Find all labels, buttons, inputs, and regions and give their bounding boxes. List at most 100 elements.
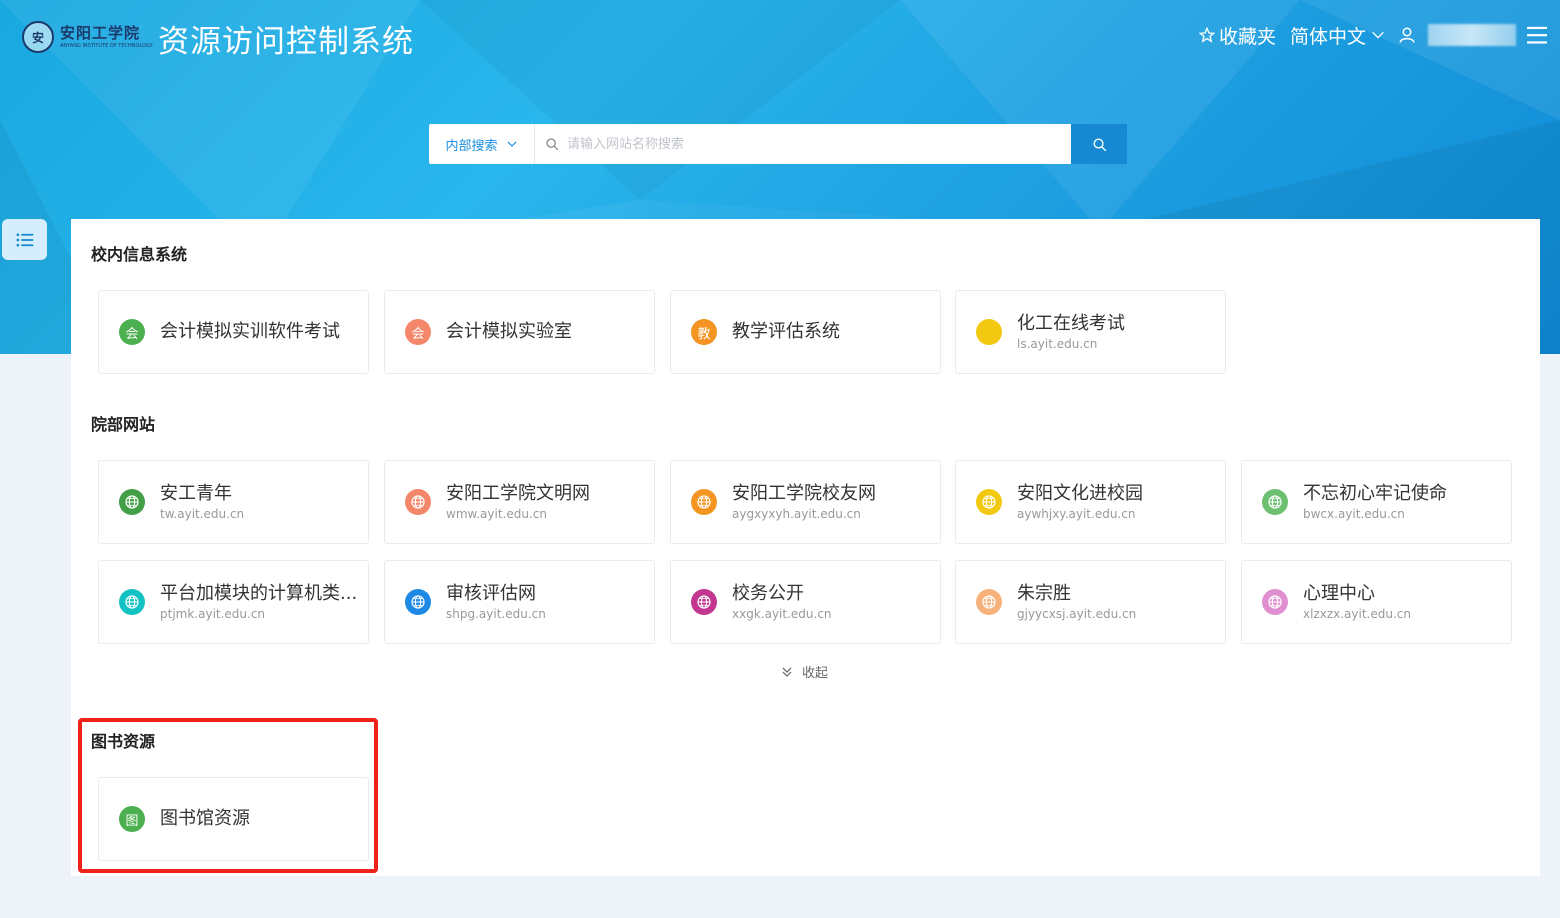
app-title: 资源访问控制系统 (158, 24, 414, 60)
logo-en: ANYANG INSTITUTE OF TECHNOLOGY (60, 42, 153, 49)
card-url: wmw.ayit.edu.cn (446, 506, 547, 521)
website-card[interactable]: 安阳工学院文明网 wmw.ayit.edu.cn (384, 460, 655, 544)
school-logo[interactable]: 安 安阳工学院 ANYANG INSTITUTE OF TECHNOLOGY (22, 20, 153, 54)
hamburger-menu-icon (1527, 26, 1547, 44)
sidebar-toggle-button[interactable] (2, 219, 47, 260)
site-icon (405, 589, 431, 615)
search-scope-dropdown[interactable]: 内部搜索 (429, 124, 535, 164)
card-name: 平台加模块的计算机类... (160, 582, 358, 604)
card-url: aywhjxy.ayit.edu.cn (1017, 506, 1136, 521)
website-card[interactable]: 安工青年 tw.ayit.edu.cn (98, 460, 369, 544)
globe-icon (411, 495, 425, 509)
resource-badge-icon: 教 (691, 319, 717, 345)
search-button[interactable] (1071, 124, 1127, 164)
card-url: tw.ayit.edu.cn (160, 506, 245, 521)
card-url: ls.ayit.edu.cn (1017, 336, 1098, 351)
card-name: 图书馆资源 (160, 808, 250, 829)
user-button[interactable] (1398, 26, 1416, 44)
globe-icon (697, 495, 711, 509)
menu-button[interactable] (1526, 25, 1548, 45)
collapse-label: 收起 (802, 666, 829, 681)
card-name: 朱宗胜 (1017, 582, 1071, 604)
site-icon (1262, 589, 1288, 615)
card-url: aygxyxyh.ayit.edu.cn (732, 506, 861, 521)
globe-icon (697, 595, 711, 609)
resource-card[interactable]: 图 图书馆资源 (98, 777, 369, 861)
resource-card[interactable]: 化工在线考试 ls.ayit.edu.cn (955, 290, 1226, 374)
card-name: 审核评估网 (446, 582, 536, 604)
card-name: 教学评估系统 (732, 321, 840, 342)
globe-icon (1268, 495, 1282, 509)
card-name: 安阳文化进校园 (1017, 482, 1143, 504)
website-card[interactable]: 不忘初心牢记使命 bwcx.ayit.edu.cn (1241, 460, 1512, 544)
card-name: 不忘初心牢记使命 (1303, 482, 1447, 504)
search-field (535, 124, 1071, 164)
card-url: xxgk.ayit.edu.cn (732, 606, 832, 621)
site-icon (119, 489, 145, 515)
card-name: 化工在线考试 (1017, 312, 1125, 334)
yellow-dot-icon (976, 319, 1002, 345)
globe-icon (1268, 595, 1282, 609)
card-name: 会计模拟实训软件考试 (160, 321, 340, 342)
card-url: bwcx.ayit.edu.cn (1303, 506, 1405, 521)
card-url: gjyycxsj.ayit.edu.cn (1017, 606, 1137, 621)
site-icon (976, 589, 1002, 615)
main-panel: 校内信息系统 会 会计模拟实训软件考试 会 会计模拟实验室 教 教学评估系统 化… (71, 219, 1540, 876)
resource-badge-icon: 会 (405, 319, 431, 345)
website-card[interactable]: 心理中心 xlzxzx.ayit.edu.cn (1241, 560, 1512, 644)
site-icon (976, 489, 1002, 515)
card-name: 安阳工学院文明网 (446, 482, 590, 504)
language-selector[interactable]: 简体中文 (1290, 22, 1386, 49)
website-card[interactable]: 审核评估网 shpg.ayit.edu.cn (384, 560, 655, 644)
resource-card[interactable]: 会 会计模拟实训软件考试 (98, 290, 369, 374)
resource-badge-icon: 图 (119, 806, 145, 832)
favorites-label: 收藏夹 (1218, 25, 1276, 48)
site-icon (691, 589, 717, 615)
chevron-down-icon (507, 141, 516, 147)
search-icon (546, 138, 559, 151)
logo-cn: 安阳工学院 (60, 23, 141, 42)
section-title: 院部网站 (91, 415, 156, 434)
card-name: 会计模拟实验室 (446, 321, 572, 342)
globe-icon (125, 595, 139, 609)
card-name: 安阳工学院校友网 (732, 482, 876, 504)
card-url: shpg.ayit.edu.cn (446, 606, 546, 621)
section-title: 校内信息系统 (91, 245, 188, 264)
resource-card[interactable]: 教 教学评估系统 (670, 290, 941, 374)
globe-icon (982, 595, 996, 609)
search-input[interactable] (567, 126, 1071, 162)
star-icon (1198, 27, 1215, 43)
chevron-down-icon (1372, 31, 1384, 39)
globe-icon (411, 595, 425, 609)
resource-card[interactable]: 会 会计模拟实验室 (384, 290, 655, 374)
search-icon (1093, 138, 1106, 151)
user-name-redacted (1428, 24, 1516, 46)
website-card[interactable]: 平台加模块的计算机类... ptjmk.ayit.edu.cn (98, 560, 369, 644)
top-nav: 收藏夹 简体中文 (1198, 20, 1548, 50)
card-url: ptjmk.ayit.edu.cn (160, 606, 266, 621)
resource-badge-icon: 会 (119, 319, 145, 345)
collapse-toggle[interactable]: 收起 (780, 662, 828, 681)
site-icon (691, 489, 717, 515)
card-name: 安工青年 (160, 482, 232, 504)
section-title: 图书资源 (91, 732, 156, 751)
website-card[interactable]: 安阳工学院校友网 aygxyxyh.ayit.edu.cn (670, 460, 941, 544)
globe-icon (982, 495, 996, 509)
website-card[interactable]: 校务公开 xxgk.ayit.edu.cn (670, 560, 941, 644)
language-label: 简体中文 (1289, 25, 1366, 48)
website-card[interactable]: 朱宗胜 gjyycxsj.ayit.edu.cn (955, 560, 1226, 644)
card-name: 心理中心 (1303, 582, 1375, 604)
seal-icon: 安 (22, 21, 54, 53)
logo-text: 安阳工学院 ANYANG INSTITUTE OF TECHNOLOGY (60, 23, 153, 49)
card-url: xlzxzx.ayit.edu.cn (1303, 606, 1411, 621)
site-icon (405, 489, 431, 515)
user-icon (1399, 27, 1415, 43)
site-icon (1262, 489, 1288, 515)
list-icon (16, 232, 33, 247)
double-chevron-down-icon (782, 667, 792, 677)
favorites-link[interactable]: 收藏夹 (1198, 22, 1276, 49)
card-name: 校务公开 (732, 582, 804, 604)
website-card[interactable]: 安阳文化进校园 aywhjxy.ayit.edu.cn (955, 460, 1226, 544)
search-scope-label: 内部搜索 (445, 138, 498, 154)
site-icon (119, 589, 145, 615)
